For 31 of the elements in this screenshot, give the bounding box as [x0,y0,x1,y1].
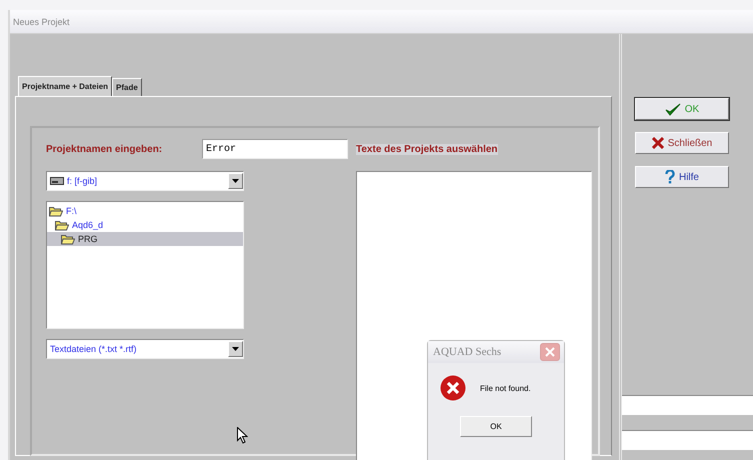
input-field[interactable] [622,430,753,450]
dropdown-arrow-icon [232,179,239,183]
question-mark-icon [664,170,675,184]
checkmark-icon [664,102,681,116]
dropdown-arrow-icon [232,347,239,351]
folder-icon [61,234,75,244]
close-button[interactable]: Schließen [635,132,729,154]
tab[interactable]: Projektname + Dateien [18,76,112,96]
close-icon [545,347,555,357]
folder-icon [49,206,63,216]
project-name-label: Projektnamen eingeben: [46,144,164,154]
dialog-title: AQUAD Sechs [433,346,502,358]
ok-button[interactable]: OK [460,416,532,437]
mouse-cursor-icon [237,427,248,444]
folder-icon [55,220,69,230]
close-button[interactable] [540,343,560,361]
input-field[interactable] [622,395,753,415]
tab[interactable]: Pfade [112,78,142,96]
folder-tree-item[interactable]: Aqd6_d [47,218,243,232]
dropdown[interactable]: Textdateien (*.txt *.rtf) [46,339,244,359]
folder-tree-item[interactable]: PRG [47,232,243,246]
error-icon [440,375,466,401]
error-message: File not found. [480,384,531,392]
dropdown[interactable]: f: [f-gib] [46,171,244,191]
help-button[interactable]: Hilfe [635,166,729,188]
drive-icon [50,177,64,185]
cross-icon [652,137,664,149]
texts-label: Texte des Projekts auswählen [356,144,498,154]
project-name-field[interactable]: Error [202,139,348,159]
folder-tree-item[interactable]: F:\ [47,204,243,218]
window-title: Neues Projekt [10,10,753,34]
